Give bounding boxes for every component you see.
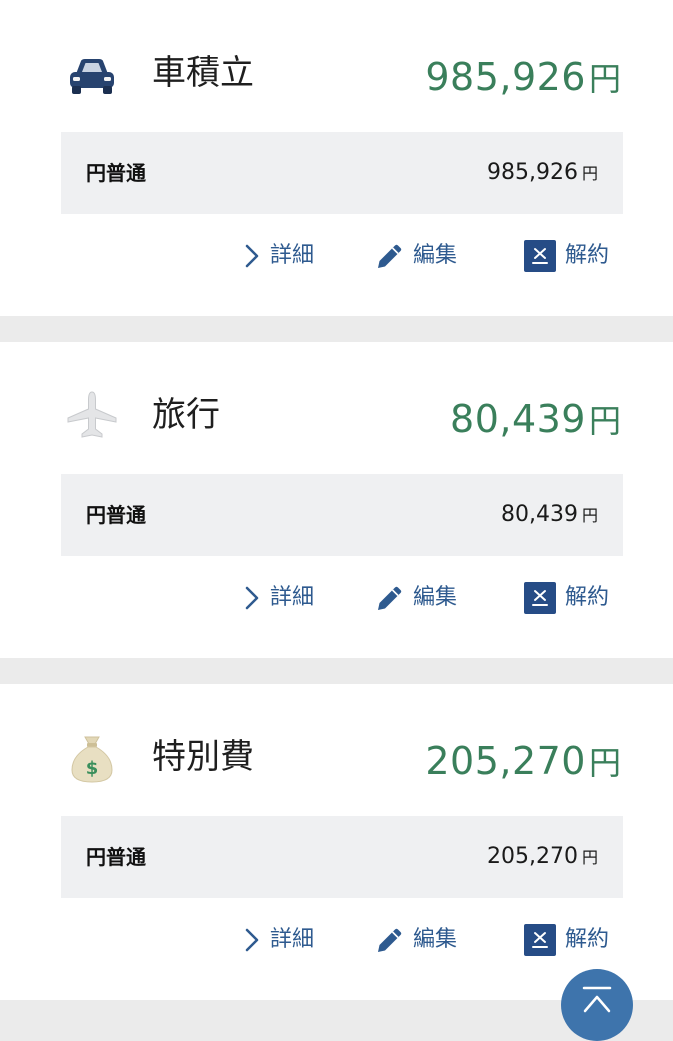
detail-label: 詳細	[270, 927, 315, 952]
money-bag-icon: $	[66, 732, 118, 784]
goal-title: 旅行	[152, 395, 220, 435]
cancel-contract-button[interactable]: 解約	[524, 920, 609, 960]
goal-balance: 80,439円	[450, 394, 621, 452]
cancel-label: 解約	[565, 927, 610, 952]
pencil-icon	[378, 244, 402, 268]
car-icon	[66, 48, 118, 100]
cancel-label: 解約	[565, 243, 610, 268]
chevron-right-icon	[245, 928, 259, 952]
cancel-contract-button[interactable]: 解約	[524, 578, 609, 618]
detail-label: 詳細	[270, 243, 315, 268]
edit-label: 編集	[413, 243, 458, 268]
goal-card-travel: 旅行 80,439円 円普通 80,439 円 詳細 編集 解約	[0, 342, 673, 658]
chevron-right-icon	[245, 586, 259, 610]
goal-balance: 205,270円	[425, 736, 621, 794]
goal-balance-value: 80,439	[450, 397, 586, 441]
back-to-top-icon	[582, 986, 612, 1013]
account-balance: 80,439 円	[501, 500, 598, 531]
goal-card-car: 車積立 985,926円 円普通 985,926 円 詳細 編集 解約	[0, 0, 673, 316]
detail-button[interactable]: 詳細	[243, 920, 314, 960]
detail-label: 詳細	[270, 585, 315, 610]
airplane-icon	[66, 390, 118, 442]
account-balance-value: 80,439	[501, 502, 578, 527]
account-type: 円普通	[86, 503, 146, 527]
cancel-box-icon	[524, 240, 556, 272]
pencil-icon	[378, 928, 402, 952]
chevron-right-icon	[245, 244, 259, 268]
account-row: 円普通 205,270 円	[61, 816, 623, 898]
card-actions: 詳細 編集 解約	[0, 920, 673, 960]
account-balance: 985,926 円	[487, 158, 598, 189]
account-balance-currency: 円	[581, 164, 598, 183]
goal-balance: 985,926円	[425, 52, 621, 110]
account-balance-value: 205,270	[487, 844, 578, 869]
account-type: 円普通	[86, 845, 146, 869]
svg-text:$: $	[86, 758, 99, 779]
account-type: 円普通	[86, 161, 146, 185]
goal-title: 特別費	[152, 737, 254, 777]
goal-balance-currency: 円	[588, 60, 621, 98]
edit-label: 編集	[413, 927, 458, 952]
goal-balance-value: 205,270	[425, 739, 586, 783]
edit-button[interactable]: 編集	[376, 236, 457, 276]
card-actions: 詳細 編集 解約	[0, 578, 673, 618]
account-balance-currency: 円	[581, 848, 598, 867]
goal-balance-currency: 円	[588, 402, 621, 440]
back-to-top-button[interactable]	[561, 969, 633, 1041]
account-balance: 205,270 円	[487, 842, 598, 873]
account-balance-value: 985,926	[487, 160, 578, 185]
goal-card-special: $ 特別費 205,270円 円普通 205,270 円 詳細 編集 解約	[0, 684, 673, 1000]
account-row: 円普通 80,439 円	[61, 474, 623, 556]
pencil-icon	[378, 586, 402, 610]
cancel-box-icon	[524, 924, 556, 956]
account-balance-currency: 円	[581, 506, 598, 525]
edit-button[interactable]: 編集	[376, 578, 457, 618]
account-row: 円普通 985,926 円	[61, 132, 623, 214]
edit-label: 編集	[413, 585, 458, 610]
goal-title: 車積立	[152, 53, 254, 93]
detail-button[interactable]: 詳細	[243, 236, 314, 276]
goal-balance-currency: 円	[588, 744, 621, 782]
detail-button[interactable]: 詳細	[243, 578, 314, 618]
cancel-label: 解約	[565, 585, 610, 610]
card-actions: 詳細 編集 解約	[0, 236, 673, 276]
cancel-box-icon	[524, 582, 556, 614]
goal-balance-value: 985,926	[425, 55, 586, 99]
cancel-contract-button[interactable]: 解約	[524, 236, 609, 276]
edit-button[interactable]: 編集	[376, 920, 457, 960]
